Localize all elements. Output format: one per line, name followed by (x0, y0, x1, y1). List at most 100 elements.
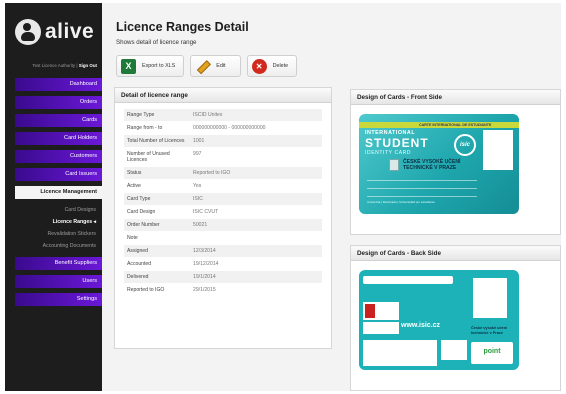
back-design-title: Design of Cards - Back Side (351, 246, 560, 261)
card-fields (367, 178, 477, 202)
detail-label: Accounted (127, 261, 152, 267)
page-subtitle: Shows detail of licence range (116, 39, 197, 46)
detail-table: Range Type ISCID Unitex Range from - to 00… (115, 103, 331, 297)
subnav-item-licence-ranges[interactable]: Licence Ranges (15, 216, 102, 228)
front-design-panel: Design of Cards - Front Side CARTE INTER… (350, 89, 561, 235)
detail-label: Delivered (127, 274, 149, 280)
nav-item-benefit-suppliers[interactable]: Benefit Suppliers (15, 257, 102, 270)
nav-item-customers[interactable]: Customers (15, 150, 102, 163)
user-name: Test Licence Authority (32, 63, 76, 68)
sign-out-link[interactable]: Sign Out (79, 63, 97, 68)
card-back-strip (363, 276, 453, 284)
pencil-icon (192, 55, 213, 76)
detail-value: 997 (193, 151, 202, 157)
main-content: Licence Ranges Detail Shows detail of li… (102, 3, 561, 391)
nav-item-dashboard[interactable]: Dashboard (15, 78, 102, 91)
detail-value: Reported to IGO (193, 170, 231, 176)
card-back-point-logo: point (471, 342, 513, 364)
university-crest-icon (389, 159, 399, 171)
detail-label: Reported to IGO (127, 287, 165, 293)
detail-value: ISIC (193, 196, 203, 202)
detail-label: Number of Unused Licences (127, 151, 170, 163)
card-student: STUDENT (365, 136, 429, 150)
detail-label: Note (127, 235, 138, 241)
detail-value: 000000000000 - 000000000000 (193, 125, 266, 131)
card-front-image: CARTE INTERNATIONAL DE ESTUDIANTE INTERN… (359, 114, 519, 214)
detail-row: Note (124, 232, 322, 245)
nav-item-card-issuers[interactable]: Card Issuers (15, 168, 102, 181)
isic-logo: isic (454, 134, 476, 156)
logo-icon (15, 19, 41, 45)
detail-label: Range from - to (127, 125, 163, 131)
card-identity: IDENTITY CARD (365, 150, 412, 156)
front-design-title: Design of Cards - Front Side (351, 90, 560, 105)
detail-value: Yes (193, 183, 202, 189)
sidebar: alive Test Licence Authority | Sign Out … (5, 3, 102, 391)
edit-label: Edit (216, 63, 226, 69)
main-nav: Dashboard Orders Cards Card Holders Cust… (15, 78, 102, 311)
detail-label: Range Type (127, 112, 155, 118)
nav-item-card-holders[interactable]: Card Holders (15, 132, 102, 145)
card-back-sticker-area (363, 340, 437, 366)
nav-item-settings[interactable]: Settings (15, 293, 102, 306)
app-window: alive Test Licence Authority | Sign Out … (5, 3, 561, 391)
excel-icon (121, 58, 136, 74)
detail-panel-title: Detail of licence range (115, 88, 331, 103)
subnav-item-revalidation-stickers[interactable]: Revalidation Stickers (15, 228, 102, 240)
page-title: Licence Ranges Detail (116, 20, 249, 34)
user-line: Test Licence Authority | Sign Out (5, 63, 97, 68)
card-band-text: CARTE INTERNATIONAL DE ESTUDIANTE (359, 122, 519, 128)
detail-row: Card Design ISIC CVUT (124, 206, 322, 219)
detail-label: Total Number of Licences (127, 138, 185, 144)
detail-row: Assigned 12/3/2014 (124, 245, 322, 258)
detail-label: Order Number (127, 222, 160, 228)
detail-value: 50021 (193, 222, 208, 228)
card-photo-placeholder (483, 130, 513, 170)
detail-panel: Detail of licence range Range Type ISCID … (114, 87, 332, 349)
nav-item-cards[interactable]: Cards (15, 114, 102, 127)
subnav-item-card-designs[interactable]: Card Designs (15, 204, 102, 216)
detail-row: Reported to IGO 29/1/2015 (124, 284, 322, 297)
brand-name: alive (45, 20, 95, 43)
card-back-stamp (473, 278, 507, 318)
card-back-panel (363, 322, 399, 334)
card-university: ČESKÉ VYSOKÉ UČENÍ TECHNICKÉ V PRAZE (403, 159, 461, 172)
delete-icon (251, 58, 267, 74)
export-xls-label: Export to XLS (142, 63, 176, 69)
detail-value: 19/12/2014 (193, 261, 219, 267)
card-footer: Univerzita | Rectorado | Universidad por… (367, 200, 435, 204)
detail-row: Status Reported to IGO (124, 167, 322, 180)
subnav-item-accounting-documents[interactable]: Accounting Documents (15, 240, 102, 252)
edit-button[interactable]: Edit (190, 55, 241, 77)
nav-item-users[interactable]: Users (15, 275, 102, 288)
detail-row: Active Yes (124, 180, 322, 193)
detail-row: Delivered 19/1/2014 (124, 271, 322, 284)
brand-logo[interactable]: alive (15, 17, 95, 47)
detail-label: Active (127, 183, 141, 189)
card-back-url: www.isic.cz (401, 322, 441, 329)
detail-row: Number of Unused Licences 997 (124, 148, 322, 167)
detail-value: 29/1/2015 (193, 287, 216, 293)
toolbar: Export to XLS Edit Delete (116, 55, 303, 81)
back-design-panel: Design of Cards - Back Side www.isic.cz … (350, 245, 561, 391)
detail-label: Status (127, 170, 142, 176)
detail-row: Order Number 50021 (124, 219, 322, 232)
detail-value: 12/3/2014 (193, 248, 216, 254)
card-back-image: www.isic.cz České vysoké učení technické… (359, 270, 519, 370)
nav-item-orders[interactable]: Orders (15, 96, 102, 109)
detail-row: Accounted 19/12/2014 (124, 258, 322, 271)
delete-button[interactable]: Delete (246, 55, 298, 77)
card-back-university: České vysoké učení technické v Praze (471, 326, 508, 335)
export-xls-button[interactable]: Export to XLS (116, 55, 185, 77)
detail-value (190, 232, 322, 244)
detail-value: 1001 (193, 138, 205, 144)
card-back-logo (363, 302, 399, 320)
detail-label: Card Type (127, 196, 151, 202)
detail-value: 19/1/2014 (193, 274, 216, 280)
detail-row: Range from - to 000000000000 - 0000000000… (124, 122, 322, 135)
detail-label: Card Design (127, 209, 156, 215)
card-back-hologram (441, 340, 467, 360)
nav-item-licence-management[interactable]: Licence Management (15, 186, 102, 199)
delete-label: Delete (272, 63, 289, 69)
detail-row: Total Number of Licences 1001 (124, 135, 322, 148)
